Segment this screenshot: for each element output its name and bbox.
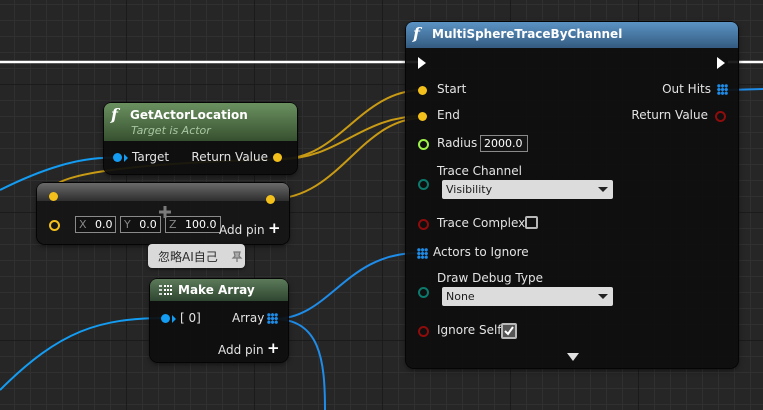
compact-plus-icon — [159, 206, 171, 218]
comment-bubble[interactable]: 忽略AI自己 — [148, 244, 245, 268]
vector-add-pin-label: Add pin — [219, 223, 265, 237]
ignore-self-label: Ignore Self — [437, 323, 502, 337]
get-actor-location-node[interactable]: f GetActorLocation Target is Actor Targe… — [104, 103, 297, 174]
actors-to-ignore-pin[interactable] — [417, 248, 428, 259]
y-value: 0.0 — [139, 218, 157, 231]
x-label: X — [79, 218, 87, 231]
draw-debug-type-label: Draw Debug Type — [437, 271, 543, 285]
target-pin[interactable] — [113, 153, 122, 162]
ignore-self-checkbox[interactable] — [501, 323, 517, 339]
trace-channel-pin[interactable] — [418, 179, 429, 190]
make-array-add-pin-label: Add pin — [218, 343, 264, 357]
trace-complex-pin[interactable] — [418, 219, 429, 230]
vector-add-header[interactable] — [37, 183, 289, 201]
make-array-header[interactable]: Make Array — [150, 279, 288, 301]
get-actor-return-value-pin[interactable] — [273, 153, 282, 162]
make-array-input-label: [ 0] — [180, 311, 201, 325]
make-array-title: Make Array — [178, 283, 255, 297]
checkmark-icon — [504, 326, 514, 336]
draw-debug-type-value: None — [446, 290, 475, 303]
start-label: Start — [437, 82, 467, 96]
y-label: Y — [124, 218, 131, 231]
exec-in-pin[interactable] — [418, 57, 426, 69]
get-actor-location-title: GetActorLocation — [130, 108, 248, 122]
chevron-down-icon — [598, 294, 608, 299]
trace-channel-value: Visibility — [446, 183, 493, 196]
trace-channel-dropdown[interactable]: Visibility — [442, 180, 613, 199]
z-input[interactable]: Z 100.0 — [165, 216, 221, 233]
out-hits-pin[interactable] — [717, 84, 728, 95]
vector-wire-start — [280, 89, 424, 160]
radius-pin[interactable] — [418, 139, 429, 150]
make-array-output-pin[interactable] — [267, 313, 278, 324]
draw-debug-type-dropdown[interactable]: None — [442, 287, 613, 306]
target-label: Target — [132, 150, 170, 164]
trace-complex-label: Trace Complex — [437, 216, 526, 230]
vector-add-output-pin[interactable] — [266, 195, 275, 204]
function-icon: f — [111, 105, 118, 124]
vector-add-pin-icon[interactable]: + — [268, 219, 281, 237]
end-pin[interactable] — [418, 112, 427, 121]
get-actor-location-header[interactable]: f GetActorLocation Target is Actor — [104, 103, 297, 141]
draw-debug-type-pin[interactable] — [418, 287, 429, 298]
make-array-input-arrow-icon — [172, 315, 176, 323]
actors-to-ignore-label: Actors to Ignore — [433, 245, 529, 259]
z-value: 100.0 — [185, 218, 217, 231]
make-array-icon — [159, 285, 172, 295]
make-array-output-label: Array — [232, 311, 265, 325]
x-value: 0.0 — [95, 218, 113, 231]
vector-add-input-pin-a[interactable] — [49, 192, 58, 201]
vector-add-node[interactable]: X 0.0 Y 0.0 Z 100.0 Add pin + — [37, 183, 289, 244]
get-actor-location-subtitle: Target is Actor — [131, 124, 211, 137]
function-icon: f — [413, 24, 420, 43]
ignore-self-pin[interactable] — [418, 326, 429, 337]
x-input[interactable]: X 0.0 — [75, 216, 116, 233]
make-array-add-pin-icon[interactable]: + — [267, 339, 280, 357]
expand-advanced-icon[interactable] — [566, 352, 580, 362]
make-array-node[interactable]: Make Array [ 0] Array Add pin + — [150, 279, 288, 362]
start-pin[interactable] — [418, 86, 427, 95]
target-arrow-icon — [124, 154, 128, 162]
out-hits-label: Out Hits — [662, 82, 711, 96]
pin-comment-icon[interactable] — [231, 251, 243, 263]
trace-channel-label: Trace Channel — [437, 164, 522, 178]
blueprint-graph-canvas[interactable]: f MultiSphereTraceByChannel Start End Ra… — [0, 0, 763, 410]
array-wire-actors — [273, 252, 419, 320]
z-label: Z — [169, 218, 177, 231]
y-input[interactable]: Y 0.0 — [120, 216, 161, 233]
end-label: End — [437, 108, 460, 122]
return-value-label: Return Value — [631, 108, 708, 122]
comment-bubble-text: 忽略AI自己 — [158, 250, 218, 264]
radius-input[interactable]: 2000.0 — [480, 135, 528, 152]
radius-label: Radius — [437, 136, 478, 150]
multi-sphere-trace-title: MultiSphereTraceByChannel — [432, 27, 623, 41]
vector-add-input-pin-b[interactable] — [49, 220, 60, 231]
object-wire-make-array — [0, 317, 167, 391]
exec-out-pin[interactable] — [717, 57, 725, 69]
multi-sphere-trace-header[interactable]: f MultiSphereTraceByChannel — [406, 22, 738, 48]
chevron-down-icon — [598, 187, 608, 192]
make-array-input-pin[interactable] — [161, 314, 170, 323]
trace-complex-checkbox[interactable] — [525, 216, 538, 229]
multi-sphere-trace-node[interactable]: f MultiSphereTraceByChannel Start End Ra… — [406, 22, 738, 368]
return-value-pin[interactable] — [715, 111, 726, 122]
get-actor-return-value-label: Return Value — [191, 150, 268, 164]
